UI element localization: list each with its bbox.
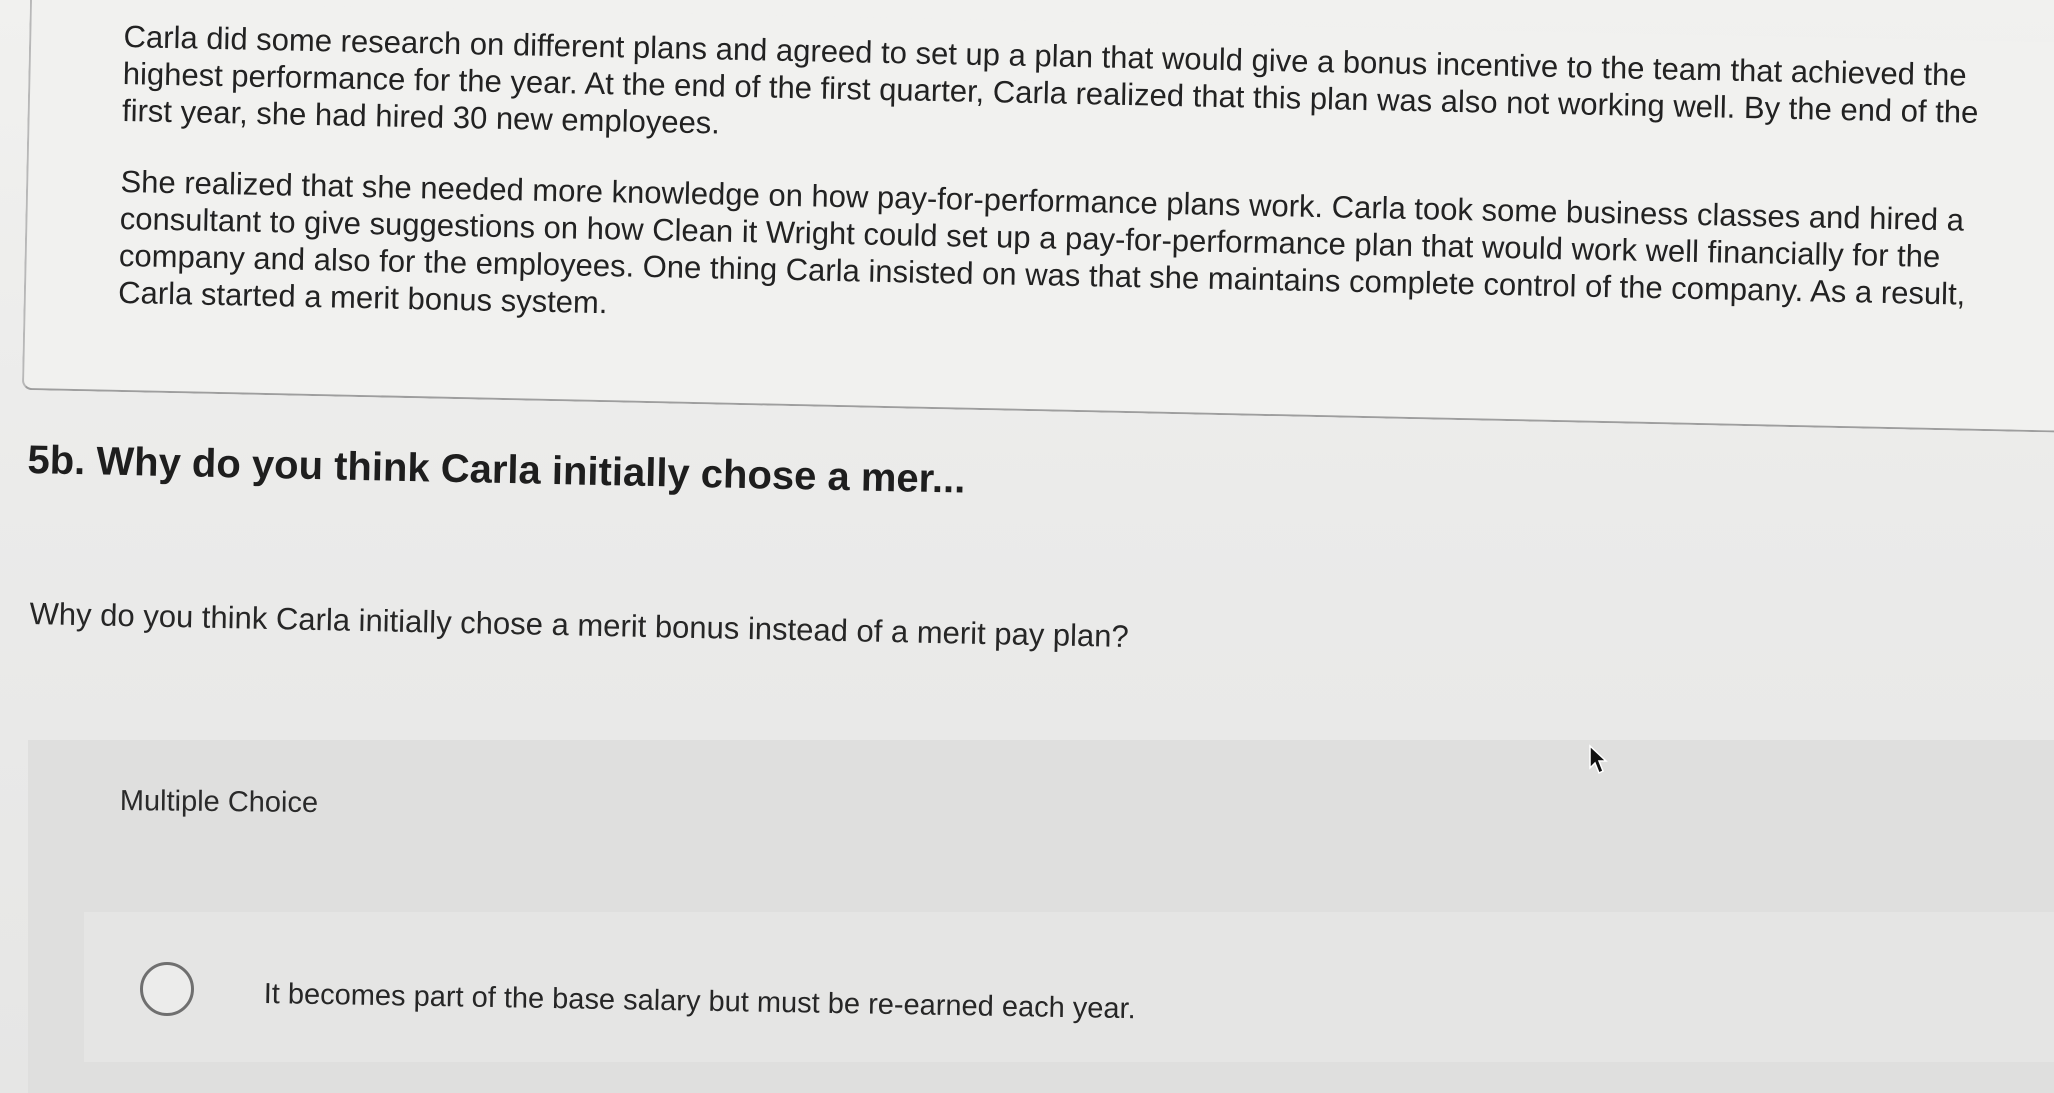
page: Carla did some research on different pla… bbox=[0, 0, 2054, 1093]
scenario-paragraph-2: She realized that she needed more knowle… bbox=[117, 163, 1966, 321]
question-heading: 5b. Why do you think Carla initially cho… bbox=[27, 438, 966, 502]
multiple-choice-label: Multiple Choice bbox=[119, 785, 319, 820]
scenario-text: Carla did some research on different pla… bbox=[117, 18, 2023, 385]
mouse-pointer-icon bbox=[1589, 744, 1608, 775]
question-prompt: Why do you think Carla initially chose a… bbox=[29, 596, 1130, 655]
radio-button-icon[interactable] bbox=[140, 962, 194, 1016]
